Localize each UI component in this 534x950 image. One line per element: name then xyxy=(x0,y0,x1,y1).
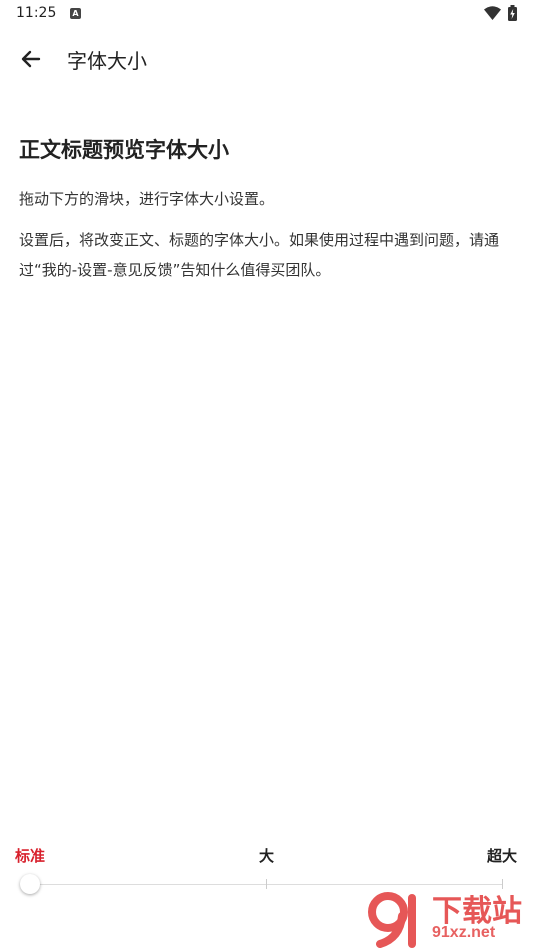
app-bar: 字体大小 xyxy=(0,30,534,86)
battery-charging-icon xyxy=(508,5,517,21)
preview-paragraph: 设置后，将改变正文、标题的字体大小。如果使用过程中遇到问题，请通过“我的-设置-… xyxy=(19,231,500,279)
size-label-large[interactable]: 大 xyxy=(259,845,274,866)
slider-tick xyxy=(266,879,267,889)
watermark-url: 91xz.net xyxy=(432,924,496,941)
back-button[interactable] xyxy=(14,42,48,76)
slider-thumb[interactable] xyxy=(20,874,40,894)
size-label-standard[interactable]: 标准 xyxy=(15,845,45,866)
page-title: 字体大小 xyxy=(67,49,147,73)
size-label-extra-large[interactable]: 超大 xyxy=(487,845,517,866)
a-icon: A xyxy=(70,8,81,19)
arrow-left-icon xyxy=(21,50,41,68)
status-bar: 11:25 A xyxy=(0,0,534,28)
page: 11:25 A 字体大小 正文标题预览字体大小 拖动下方的滑块，进行字体大小设置… xyxy=(0,0,534,950)
wifi-icon xyxy=(484,6,501,20)
watermark-logo-icon xyxy=(368,892,416,948)
preview-paragraph: 拖动下方的滑块，进行字体大小设置。 xyxy=(19,190,275,208)
status-time: 11:25 xyxy=(16,5,57,21)
watermark: 下载站 91xz.net xyxy=(360,884,534,950)
preview-title: 正文标题预览字体大小 xyxy=(19,138,229,162)
